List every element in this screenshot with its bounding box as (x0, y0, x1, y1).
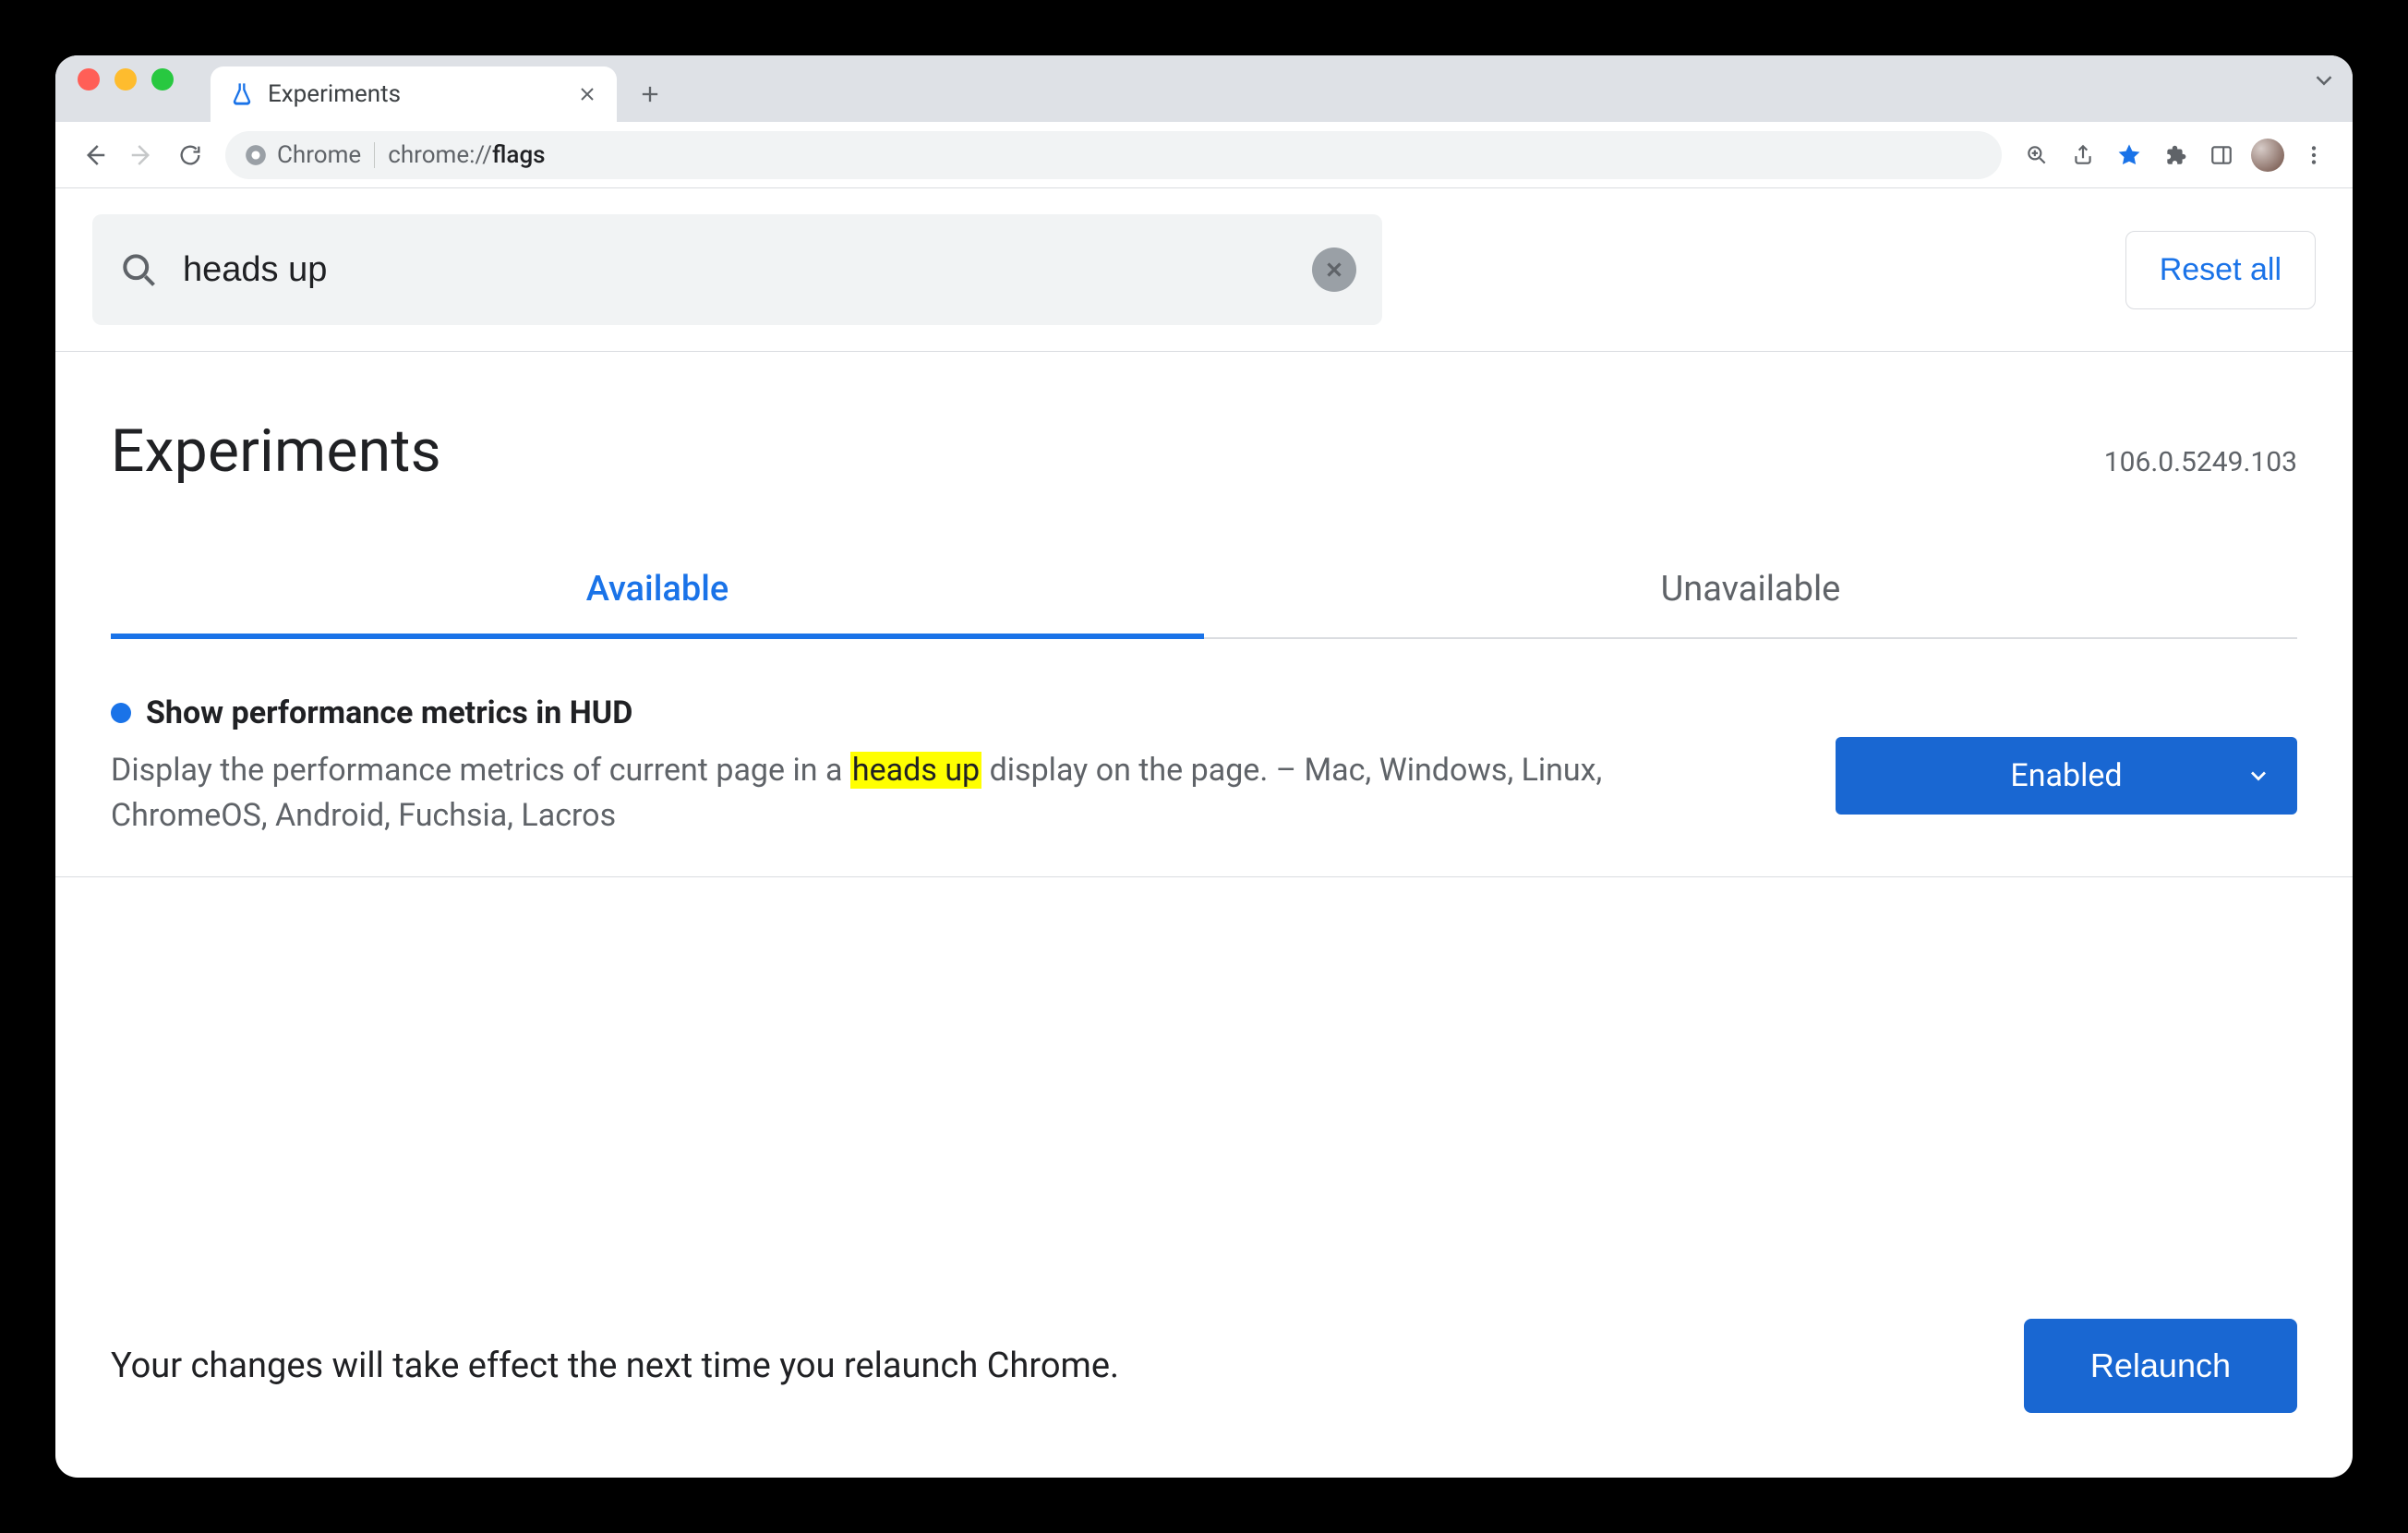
share-icon[interactable] (2063, 135, 2103, 175)
url-scheme: chrome:// (388, 141, 492, 169)
window-minimize-button[interactable] (114, 68, 137, 91)
tab-strip: Experiments (55, 55, 2353, 122)
page-title: Experiments (111, 416, 441, 486)
flag-desc-before: Display the performance metrics of curre… (111, 752, 850, 789)
modified-indicator-icon (111, 703, 131, 723)
back-button[interactable] (74, 135, 114, 175)
flag-title: Show performance metrics in HUD (146, 694, 632, 731)
zoom-icon[interactable] (2017, 135, 2057, 175)
tab-unavailable[interactable]: Unavailable (1204, 541, 2297, 639)
page-header: Experiments 106.0.5249.103 (55, 352, 2353, 495)
flag-search-input[interactable] (181, 249, 1290, 291)
sidepanel-icon[interactable] (2201, 135, 2242, 175)
flag-state-select[interactable]: Enabled (1836, 737, 2297, 815)
profile-avatar[interactable] (2247, 135, 2288, 175)
flag-description: Display the performance metrics of curre… (111, 748, 1607, 839)
clear-search-button[interactable] (1312, 247, 1356, 292)
site-chip: Chrome (244, 141, 361, 169)
flag-body: Show performance metrics in HUD Display … (111, 694, 1799, 839)
window-maximize-button[interactable] (151, 68, 174, 91)
chevron-down-icon (2245, 763, 2271, 789)
search-row: Reset all (55, 188, 2353, 352)
flag-title-row: Show performance metrics in HUD (111, 694, 1799, 731)
flag-row: Show performance metrics in HUD Display … (55, 639, 2353, 877)
extensions-icon[interactable] (2155, 135, 2196, 175)
flag-search-box[interactable] (92, 214, 1382, 325)
close-tab-button[interactable] (576, 83, 598, 105)
relaunch-button[interactable]: Relaunch (2024, 1319, 2297, 1413)
relaunch-bar: Your changes will take effect the next t… (55, 1273, 2353, 1478)
browser-tab-experiments[interactable]: Experiments (211, 66, 617, 122)
tab-title: Experiments (268, 80, 401, 108)
tab-overflow-button[interactable] (2310, 55, 2338, 122)
page-content: Reset all Experiments 106.0.5249.103 Ava… (55, 188, 2353, 1478)
toolbar-actions (2017, 135, 2334, 175)
site-chip-label: Chrome (277, 141, 361, 169)
new-tab-button[interactable] (628, 72, 672, 116)
relaunch-message: Your changes will take effect the next t… (111, 1346, 1119, 1386)
bookmark-star-icon[interactable] (2109, 135, 2149, 175)
forward-button[interactable] (122, 135, 163, 175)
flag-desc-highlight: heads up (850, 752, 981, 789)
toolbar: Chrome chrome://flags (55, 122, 2353, 188)
reload-button[interactable] (170, 135, 211, 175)
menu-icon[interactable] (2294, 135, 2334, 175)
window-close-button[interactable] (78, 68, 100, 91)
omnibox-url: chrome://flags (388, 141, 545, 169)
browser-window: Experiments Chrome (55, 55, 2353, 1478)
tab-available[interactable]: Available (111, 541, 1204, 639)
window-controls (78, 55, 211, 122)
omnibox-separator (374, 142, 375, 168)
url-path: flags (492, 141, 546, 169)
search-icon (118, 249, 159, 290)
address-bar[interactable]: Chrome chrome://flags (225, 131, 2002, 179)
version-label: 106.0.5249.103 (2104, 446, 2297, 478)
flag-state-value: Enabled (2010, 757, 2122, 794)
flag-tabs: Available Unavailable (111, 541, 2297, 639)
flask-icon (229, 81, 255, 107)
reset-all-button[interactable]: Reset all (2125, 231, 2316, 309)
